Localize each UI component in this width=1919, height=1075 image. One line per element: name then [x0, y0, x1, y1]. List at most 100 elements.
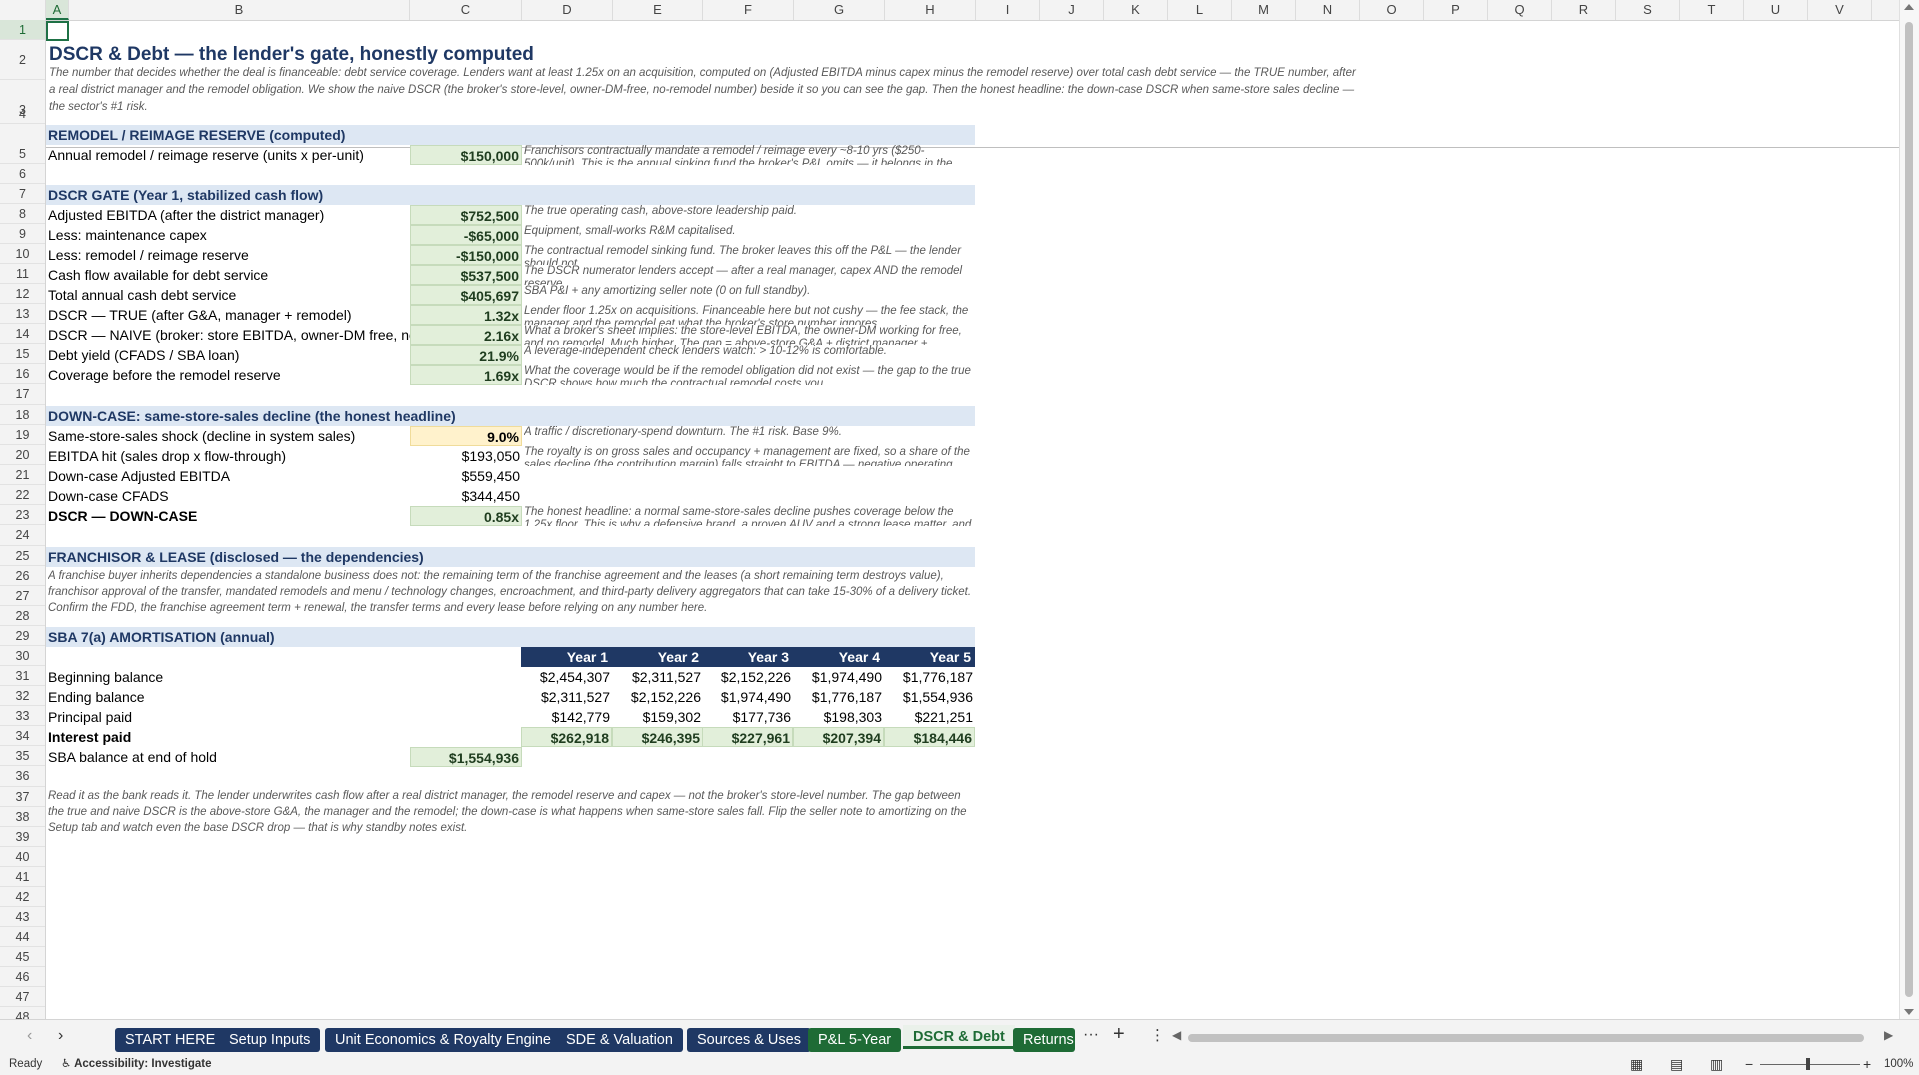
sheet-grid[interactable]: DSCR & Debt — the lender's gate, honestl… [46, 21, 1900, 1019]
column-header-u[interactable]: U [1744, 0, 1808, 20]
row-header-25[interactable]: 25 [0, 546, 45, 566]
row-header-35[interactable]: 35 [0, 746, 45, 766]
column-header-o[interactable]: O [1360, 0, 1424, 20]
sba-cell-0-1[interactable]: $2,311,527 [612, 667, 703, 687]
row-header-28[interactable]: 28 [0, 606, 45, 626]
column-header-b[interactable]: B [69, 0, 410, 20]
row-header-12[interactable]: 12 [0, 284, 45, 304]
zoom-slider[interactable] [1760, 1064, 1860, 1065]
row-header-21[interactable]: 21 [0, 465, 45, 485]
selected-cell[interactable] [46, 21, 69, 41]
sba-cell-3-2[interactable]: $227,961 [702, 727, 793, 747]
row-header-5[interactable]: 5 [0, 144, 45, 164]
downcase-value-0[interactable]: 9.0% [410, 426, 522, 446]
row-header-20[interactable]: 20 [0, 445, 45, 465]
row-header-17[interactable]: 17 [0, 384, 45, 405]
row-header-30[interactable]: 30 [0, 646, 45, 666]
gate-value-2[interactable]: -$150,000 [410, 245, 522, 265]
gate-value-5[interactable]: 1.32x [410, 305, 522, 325]
tab-returns[interactable]: Returns [1013, 1028, 1075, 1052]
sba-cell-3-3[interactable]: $207,394 [793, 727, 884, 747]
zoom-level[interactable]: 100% [1884, 1054, 1913, 1075]
column-header-c[interactable]: C [410, 0, 522, 20]
downcase-value-2[interactable]: $559,450 [410, 466, 522, 486]
tab-start-here[interactable]: START HERE [115, 1028, 226, 1052]
row-header-41[interactable]: 41 [0, 867, 45, 887]
horizontal-scroll-thumb[interactable] [1188, 1034, 1864, 1042]
row-header-15[interactable]: 15 [0, 344, 45, 364]
column-header-i[interactable]: I [976, 0, 1040, 20]
gate-value-3[interactable]: $537,500 [410, 265, 522, 285]
sba-cell-3-0[interactable]: $262,918 [521, 727, 612, 747]
downcase-value-4[interactable]: 0.85x [410, 506, 522, 526]
sheet-options-icon[interactable]: ⋮ [1150, 1026, 1165, 1044]
row-header-6[interactable]: 6 [0, 164, 45, 184]
row-header-24[interactable]: 24 [0, 525, 45, 546]
column-header-a[interactable]: A [46, 0, 69, 20]
hscroll-left-icon[interactable]: ◀ [1172, 1028, 1181, 1042]
column-header-s[interactable]: S [1616, 0, 1680, 20]
row-header-37[interactable]: 37 [0, 787, 45, 807]
gate-value-7[interactable]: 21.9% [410, 345, 522, 365]
row-header-1[interactable]: 1 [0, 20, 45, 40]
row-header-16[interactable]: 16 [0, 364, 45, 384]
add-sheet-icon[interactable]: + [1113, 1023, 1125, 1046]
zoom-out-icon[interactable]: − [1745, 1054, 1753, 1075]
sba-cell-1-3[interactable]: $1,776,187 [793, 687, 884, 707]
sba-cell-0-4[interactable]: $1,776,187 [884, 667, 975, 687]
column-header-n[interactable]: N [1296, 0, 1360, 20]
sba-cell-1-4[interactable]: $1,554,936 [884, 687, 975, 707]
downcase-value-3[interactable]: $344,450 [410, 486, 522, 506]
gate-value-0[interactable]: $752,500 [410, 205, 522, 225]
sba-cell-2-3[interactable]: $198,303 [793, 707, 884, 727]
vertical-scroll-thumb[interactable] [1905, 22, 1913, 997]
tab-scroll-left-icon[interactable]: ‹ [27, 1027, 32, 1045]
row-header-47[interactable]: 47 [0, 987, 45, 1007]
zoom-in-icon[interactable]: + [1863, 1054, 1871, 1075]
gate-value-4[interactable]: $405,697 [410, 285, 522, 305]
row-header-27[interactable]: 27 [0, 586, 45, 606]
page-layout-view-icon[interactable]: ▤ [1670, 1054, 1683, 1075]
column-header-r[interactable]: R [1552, 0, 1616, 20]
column-header-j[interactable]: J [1040, 0, 1104, 20]
sba-cell-2-0[interactable]: $142,779 [521, 707, 612, 727]
gate-value-6[interactable]: 2.16x [410, 325, 522, 345]
more-tabs-icon[interactable]: ··· [1083, 1026, 1099, 1044]
row-header-9[interactable]: 9 [0, 224, 45, 244]
tab-setup-inputs[interactable]: Setup Inputs [219, 1028, 321, 1052]
column-header-q[interactable]: Q [1488, 0, 1552, 20]
row-header-2[interactable]: 2 [0, 40, 45, 80]
row-header-32[interactable]: 32 [0, 686, 45, 706]
row-header-8[interactable]: 8 [0, 204, 45, 224]
sba-cell-1-1[interactable]: $2,152,226 [612, 687, 703, 707]
row-header-26[interactable]: 26 [0, 566, 45, 586]
downcase-value-1[interactable]: $193,050 [410, 446, 522, 466]
row-header-14[interactable]: 14 [0, 324, 45, 344]
sba-cell-0-2[interactable]: $2,152,226 [702, 667, 793, 687]
column-header-f[interactable]: F [703, 0, 794, 20]
gate-value-1[interactable]: -$65,000 [410, 225, 522, 245]
sba-cell-2-2[interactable]: $177,736 [702, 707, 793, 727]
row-header-39[interactable]: 39 [0, 827, 45, 847]
column-header-p[interactable]: P [1424, 0, 1488, 20]
tab-unit-economics[interactable]: Unit Economics & Royalty Engine [325, 1028, 561, 1052]
row-header-33[interactable]: 33 [0, 706, 45, 726]
gate-value-8[interactable]: 1.69x [410, 365, 522, 385]
row-header-40[interactable]: 40 [0, 847, 45, 867]
sba-cell-0-0[interactable]: $2,454,307 [521, 667, 612, 687]
scroll-down-icon[interactable] [1904, 1009, 1914, 1015]
column-header-k[interactable]: K [1104, 0, 1168, 20]
row-header-38[interactable]: 38 [0, 807, 45, 827]
zoom-slider-handle[interactable] [1806, 1058, 1810, 1070]
column-header-l[interactable]: L [1168, 0, 1232, 20]
row-header-13[interactable]: 13 [0, 304, 45, 324]
row-header-10[interactable]: 10 [0, 244, 45, 264]
row-header-36[interactable]: 36 [0, 766, 45, 787]
row-header-7[interactable]: 7 [0, 184, 45, 204]
row-header-44[interactable]: 44 [0, 927, 45, 947]
tab-scroll-right-icon[interactable]: › [58, 1027, 63, 1045]
row-header-11[interactable]: 11 [0, 264, 45, 284]
tab-dscr-debt[interactable]: DSCR & Debt [903, 1025, 1015, 1049]
tab-sources-uses[interactable]: Sources & Uses [687, 1028, 811, 1052]
column-header-h[interactable]: H [885, 0, 976, 20]
